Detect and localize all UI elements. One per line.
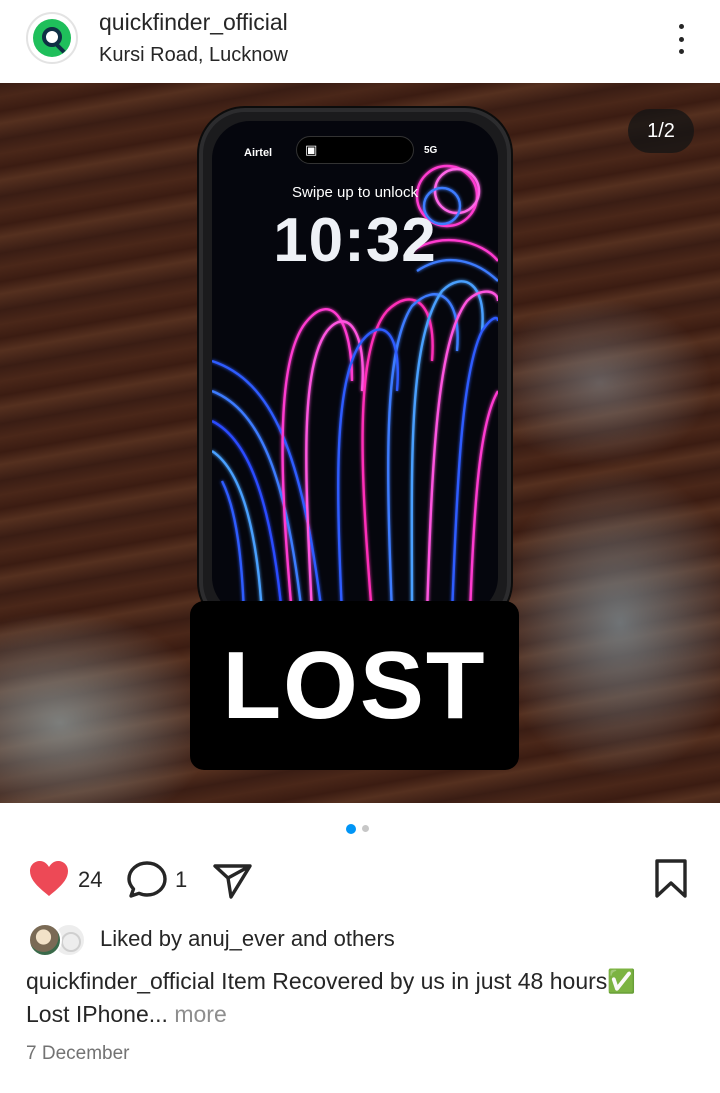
- profile-avatar[interactable]: [26, 12, 78, 64]
- signal-indicator: 5G: [424, 145, 438, 156]
- comment-count[interactable]: 1: [175, 867, 187, 893]
- liker-avatar[interactable]: [28, 923, 62, 957]
- post-username[interactable]: quickfinder_official: [99, 9, 288, 36]
- post-header: quickfinder_official Kursi Road, Lucknow: [0, 0, 720, 83]
- liked-by-user[interactable]: anuj_ever: [188, 926, 285, 951]
- caption-line-1: quickfinder_official Item Recovered by u…: [26, 965, 706, 998]
- magnifier-logo-icon: [33, 19, 71, 57]
- carrier-label: Airtel: [244, 147, 273, 159]
- caption-text-1: Item Recovered by us in just 48 hours✅: [214, 968, 636, 994]
- more-vertical-icon[interactable]: [668, 22, 694, 56]
- phone-lock-screen: Airtel ▣ 5G Swipe up to unlock 10:32: [212, 121, 498, 615]
- swipe-hint: Swipe up to unlock: [292, 184, 418, 201]
- action-bar: 24 1: [0, 855, 720, 905]
- caption-username[interactable]: quickfinder_official: [26, 968, 215, 994]
- carousel-indicator: [346, 823, 369, 834]
- lock-icon: ▣: [305, 142, 318, 157]
- comment-icon[interactable]: [126, 859, 170, 901]
- heart-filled-icon[interactable]: [28, 859, 70, 899]
- caption-more-link[interactable]: more: [168, 1001, 226, 1027]
- caption-text-2: Lost IPhone: [26, 1001, 149, 1027]
- lost-sticker-text: LOST: [222, 631, 487, 739]
- post-date: 7 December: [26, 1043, 130, 1064]
- liked-by-row[interactable]: Liked by anuj_ever and others: [28, 922, 708, 958]
- caption-ellipsis: ...: [148, 1001, 168, 1027]
- carousel-dot: [362, 825, 369, 832]
- dynamic-island: ▣: [296, 136, 414, 164]
- lost-sticker: LOST: [190, 601, 519, 770]
- liked-by-suffix[interactable]: and others: [285, 926, 395, 951]
- liked-by-prefix: Liked by: [100, 926, 189, 951]
- caption-line-2: Lost IPhone... more: [26, 998, 706, 1031]
- carousel-dot-active: [346, 823, 356, 834]
- liked-by-text[interactable]: Liked by anuj_ever and others: [100, 926, 395, 952]
- bookmark-icon[interactable]: [651, 858, 691, 900]
- like-count[interactable]: 24: [78, 867, 102, 893]
- lockscreen-clock: 10:32: [273, 206, 437, 275]
- post-location[interactable]: Kursi Road, Lucknow: [99, 44, 288, 67]
- carousel-page-counter: 1/2: [628, 109, 694, 153]
- send-icon[interactable]: [212, 859, 254, 901]
- phone-photo: Airtel ▣ 5G Swipe up to unlock 10:32: [199, 108, 511, 628]
- post-image[interactable]: Airtel ▣ 5G Swipe up to unlock 10:32 LOS…: [0, 83, 720, 803]
- post-caption: quickfinder_official Item Recovered by u…: [26, 965, 706, 1031]
